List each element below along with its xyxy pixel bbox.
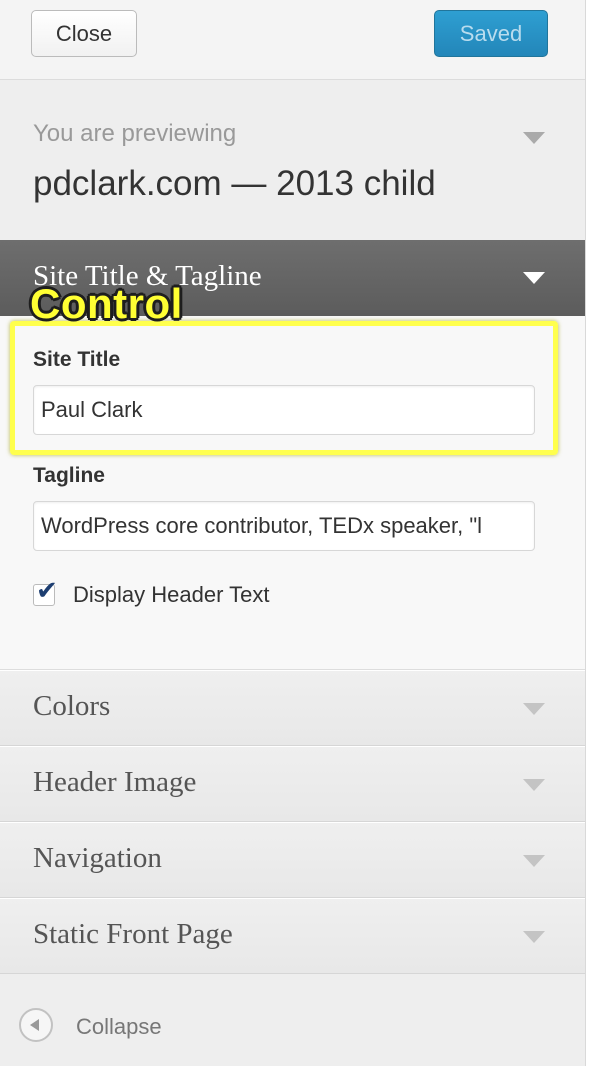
chevron-down-icon[interactable] xyxy=(523,779,545,791)
customizer-panel: Close Saved You are previewing pdclark.c… xyxy=(0,0,586,1066)
section-static-front-page[interactable]: Static Front Page xyxy=(0,898,585,974)
saved-button[interactable]: Saved xyxy=(434,10,548,57)
tagline-input[interactable]: WordPress core contributor, TEDx speaker… xyxy=(33,501,535,551)
section-title: Colors xyxy=(33,690,111,722)
theme-preview-info[interactable]: You are previewing pdclark.com — 2013 ch… xyxy=(0,80,585,240)
section-colors[interactable]: Colors xyxy=(0,670,585,746)
section-navigation[interactable]: Navigation xyxy=(0,822,585,898)
chevron-down-icon[interactable] xyxy=(523,931,545,943)
preview-label: You are previewing xyxy=(33,120,237,147)
control-annotation-label: Control xyxy=(30,280,183,327)
section-title: Navigation xyxy=(33,842,162,874)
collapse-left-icon[interactable] xyxy=(19,1008,53,1042)
section-title: Header Image xyxy=(33,766,197,798)
display-header-text-checkbox[interactable]: ✔ xyxy=(33,577,58,606)
customizer-header: Close Saved xyxy=(0,0,585,80)
section-title: Static Front Page xyxy=(33,918,233,950)
control-highlight-box xyxy=(10,321,558,455)
chevron-down-icon[interactable] xyxy=(523,855,545,867)
chevron-down-icon[interactable] xyxy=(523,132,545,144)
chevron-down-icon[interactable] xyxy=(523,272,545,284)
section-header-image[interactable]: Header Image xyxy=(0,746,585,822)
theme-name: pdclark.com — 2013 child xyxy=(33,164,436,203)
close-button[interactable]: Close xyxy=(31,10,137,57)
tagline-label: Tagline xyxy=(33,464,105,487)
checkmark-icon: ✔ xyxy=(36,575,58,605)
collapse-label[interactable]: Collapse xyxy=(76,1014,162,1040)
collapse-footer[interactable]: Collapse xyxy=(0,976,585,1066)
chevron-down-icon[interactable] xyxy=(523,703,545,715)
display-header-text-label: Display Header Text xyxy=(73,582,270,607)
